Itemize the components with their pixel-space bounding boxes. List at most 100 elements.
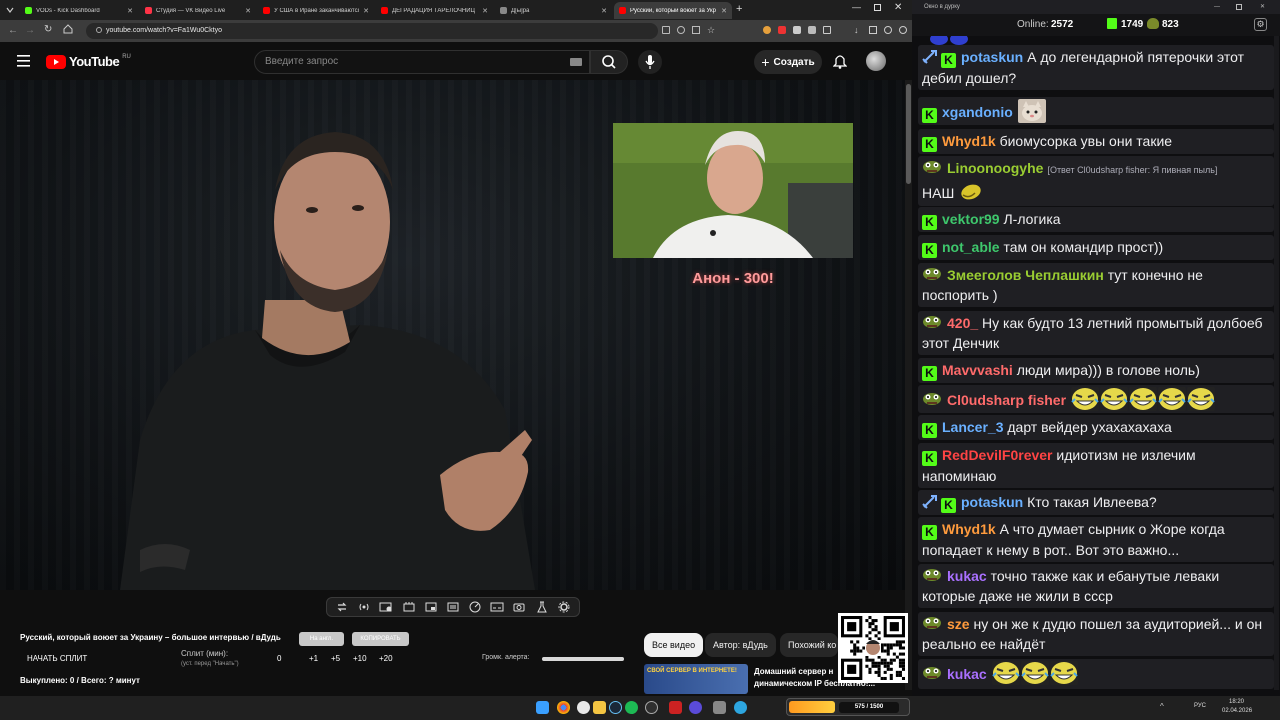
zoom-icon[interactable] [677,26,685,34]
page-scrollbar-thumb[interactable] [906,84,911,184]
chat-scrollbar[interactable] [1274,36,1279,690]
clock-date[interactable]: 02.04.2026 [1222,708,1252,714]
chat-username[interactable]: Lancer_3 [942,419,1003,435]
chat-message[interactable]: K RedDevilF0rever идиотизм не излечим нап… [918,443,1274,488]
chip-similar[interactable]: Похожий ко [780,633,838,657]
chat-message[interactable]: K Lancer_3 дарт вейдер ухахахахаха [918,415,1274,440]
browser-tab[interactable]: VODs - Kick Dashboard ✕ [20,2,138,19]
recommended-title-1[interactable]: Домашний сервер н [754,667,833,676]
site-info-icon[interactable] [96,27,102,33]
browser-tab[interactable]: У США в Иране заканчиваются ✕ [258,2,374,19]
video-player[interactable]: Анон - 300! [0,80,912,590]
chat-username[interactable]: xgandonio [942,104,1013,120]
home-icon[interactable] [63,24,73,34]
cast-icon[interactable] [662,26,670,34]
broadcast-icon[interactable] [357,600,371,614]
screenshot-camera-icon[interactable] [512,600,526,614]
chat-username[interactable]: Змееголов Чеплашкин [947,267,1104,283]
chat-message[interactable]: Knot_able там он командир прост)) [918,235,1274,260]
start-split-button[interactable]: НАЧАТЬ СПЛИТ [27,654,87,663]
language-indicator[interactable]: РУС [1194,703,1206,709]
slideshow-icon[interactable] [446,600,460,614]
chat-username[interactable]: kukac [947,666,987,682]
split-add-10-button[interactable]: +10 [353,654,367,663]
translate-button[interactable]: На англ. [299,632,344,646]
chat-message[interactable]: Kvektor99 Л-логика [918,207,1274,232]
tab-close-icon[interactable]: ✕ [363,7,369,15]
minimize-button[interactable]: — [852,2,861,12]
extension-icon-1[interactable] [763,26,771,34]
notifications-bell-icon[interactable] [833,53,847,69]
chat-message[interactable]: kukac [918,659,1274,689]
chat-username[interactable]: Linoonoogyhe [947,160,1043,176]
chat-message[interactable]: K Mavvvashi люди мира))) в голове ноль) [918,358,1274,383]
chat-username[interactable]: 420_ [947,315,978,331]
sync-icon[interactable] [899,26,907,34]
taskbar-app-icon-6[interactable] [645,701,658,714]
tab-close-icon[interactable]: ✕ [482,7,488,15]
chat-username[interactable]: potaskun [961,49,1023,65]
taskbar-app-icon-10[interactable] [734,701,747,714]
chat-username[interactable]: Cl0udsharp fisher [947,392,1066,408]
chat-username[interactable]: potaskun [961,494,1023,510]
chat-username[interactable]: kukac [947,568,987,584]
chip-all-videos[interactable]: Все видео [644,633,704,657]
chat-message[interactable]: Змееголов Чеплашкин тут конечно не поспо… [918,263,1274,307]
forward-icon[interactable]: → [25,25,35,36]
browser-tab[interactable]: Русский, который воюет за Укр ✕ [614,2,732,19]
chat-minimize-button[interactable]: — [1214,0,1220,14]
chat-message[interactable]: kukac точно также как и ебанутые леваки … [918,564,1274,608]
tab-search-icon[interactable] [5,5,15,15]
chat-settings-icon[interactable]: ⚙ [1254,18,1267,31]
browser-tab[interactable]: Студия — VK Видео Live ✕ [140,2,256,19]
tab-close-icon[interactable]: ✕ [601,7,607,15]
split-add-5-button[interactable]: +5 [331,654,340,663]
chat-username[interactable]: sze [947,616,970,632]
subtitles-icon[interactable] [490,600,504,614]
chat-username[interactable]: Whyd1k [942,521,996,537]
taskbar-app-icon-2[interactable] [577,701,590,714]
browser-tab[interactable]: ДЕГРАДАЦИЯ ТАРЕЛОЧНИЦ ✕ [376,2,493,19]
extension-icon-3[interactable] [793,26,801,34]
chat-username[interactable]: vektor99 [942,211,1000,227]
extension-icon-4[interactable] [808,26,816,34]
copy-button[interactable]: КОПИРОВАТЬ [352,632,409,646]
tab-close-icon[interactable]: ✕ [721,7,727,15]
extensions-puzzle-icon[interactable] [823,26,831,34]
steam-icon[interactable] [609,701,622,714]
start-icon[interactable] [536,701,549,714]
file-explorer-icon[interactable] [593,701,606,714]
chat-maximize-button[interactable] [1236,4,1242,10]
chat-reply-context[interactable]: [Ответ Cl0udsharp fisher: Я пивная пыль] [1047,165,1217,175]
avatar[interactable] [866,51,886,71]
profile-icon[interactable] [884,26,892,34]
film-icon[interactable] [402,600,416,614]
recommended-thumbnail[interactable]: СВОЙ СЕРВЕР В ИНТЕРНЕТЕ! [644,664,748,694]
flask-icon[interactable] [535,600,549,614]
chat-message[interactable]: K Whyd1k А что думает сырник о Жоре когда… [918,517,1274,562]
hamburger-menu-icon[interactable] [17,55,31,67]
chrome-icon[interactable] [557,701,570,714]
browser-tab[interactable]: Д[ы]ра ✕ [495,2,612,19]
chat-message[interactable]: Kxgandonio [918,97,1274,125]
clock-time[interactable]: 18:20 [1229,699,1244,705]
alert-volume-slider[interactable] [542,657,624,661]
settings-gear-icon[interactable] [557,600,571,614]
chip-author[interactable]: Автор: вДудь [705,633,776,657]
taskbar-app-icon-9[interactable] [713,701,726,714]
keyboard-icon[interactable] [570,58,582,66]
chat-message[interactable]: Kpotaskun Кто такая Ивлеева? [918,490,1274,515]
split-add-1-button[interactable]: +1 [309,654,318,663]
voice-search-button[interactable] [638,50,662,74]
picture-in-picture-icon[interactable] [424,600,438,614]
new-tab-button[interactable]: + [736,3,742,15]
bookmark-star-icon[interactable]: ☆ [707,26,716,35]
chat-message-list[interactable]: Kpotaskun А до легендарной пятерочки это… [918,36,1274,690]
chat-username[interactable]: not_able [942,239,1000,255]
url-input[interactable]: youtube.com/watch?v=Fa1Wu0Cktyo [86,23,658,39]
chat-message[interactable]: sze ну он же к дудю пошел за аудиторией.… [918,612,1274,656]
chat-username[interactable]: Mavvvashi [942,362,1013,378]
chat-message[interactable]: Kpotaskun А до легендарной пятерочки это… [918,45,1274,90]
chat-message[interactable]: 420_ Ну как будто 13 летний промытый дол… [918,311,1274,355]
taskbar-app-icon-8[interactable] [689,701,702,714]
